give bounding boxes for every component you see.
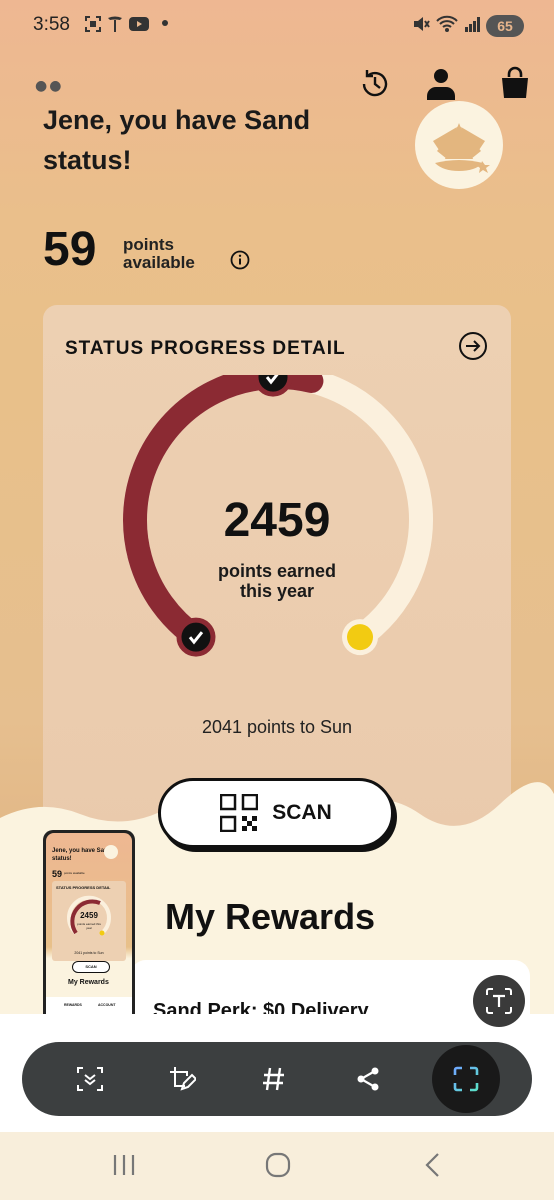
status-bar: 3:58 65 (0, 0, 554, 52)
notification-dot (162, 20, 168, 26)
greeting-heading: Jene, you have Sand status! (43, 105, 311, 175)
thumb-points-label: points available (64, 871, 85, 875)
youtube-icon (129, 17, 149, 31)
goal-dot-marker (342, 619, 379, 656)
shopping-bag-icon[interactable] (498, 66, 532, 100)
reward-item-card[interactable]: Sand Perk: $0 Delivery (130, 960, 530, 1020)
card-title: STATUS PROGRESS DETAIL (65, 338, 346, 359)
thumb-badge (104, 845, 118, 859)
earned-label-line2: this year (239, 581, 315, 601)
qr-code-icon (220, 794, 259, 832)
thumb-to-next: 2041 points to Sun (74, 951, 104, 955)
screenshot-icon (85, 16, 101, 32)
text-extract-icon (486, 988, 512, 1014)
thumb-card: STATUS PROGRESS DETAIL 2459 points earne… (52, 881, 126, 961)
smart-select-icon (453, 1066, 479, 1092)
thumb-earned-label: points earned this year (77, 922, 101, 930)
thumb-tab-rewards: REWARDS (64, 1003, 82, 1007)
tag-button[interactable] (256, 1061, 292, 1097)
earned-label-line1: points earned (217, 561, 337, 581)
points-label-line2: available (123, 253, 195, 272)
wifi-icon (436, 15, 458, 32)
thumb-earned: 2459 (80, 911, 98, 920)
page-indicator-dots: ●● (35, 78, 64, 94)
thumb-scan: SCAN (72, 961, 110, 973)
share-icon (357, 1067, 379, 1091)
person-icon[interactable] (424, 66, 458, 100)
status-time: 3:58 (33, 14, 70, 35)
history-clock-icon[interactable] (358, 67, 392, 101)
thumb-card-title: STATUS PROGRESS DETAIL (56, 885, 111, 890)
mute-icon (414, 17, 430, 31)
signal-icon (465, 17, 480, 32)
screenshot-toolbar (22, 1042, 532, 1116)
smart-select-button[interactable] (432, 1045, 500, 1113)
points-label-line1: points (123, 235, 174, 254)
scroll-capture-icon (77, 1067, 103, 1091)
start-check-marker (176, 617, 216, 657)
sand-status-badge (415, 101, 503, 189)
system-nav-bar (0, 1132, 554, 1200)
thumb-rewards-title: My Rewards (68, 979, 109, 986)
points-available-value: 59 (43, 223, 97, 276)
hashtag-icon (263, 1067, 284, 1091)
back-icon[interactable] (423, 1152, 443, 1178)
scan-button[interactable]: SCAN (158, 778, 394, 848)
thumb-greeting: Jene, you have Sand status! (52, 848, 112, 862)
battery-level: 65 (497, 18, 513, 34)
info-icon[interactable] (230, 250, 250, 270)
scan-label: SCAN (272, 801, 332, 824)
battery-indicator: 65 (486, 15, 524, 37)
recent-apps-icon[interactable] (112, 1152, 136, 1178)
screenshot-thumbnail[interactable]: Jene, you have Sand status! 59 points av… (43, 830, 135, 1026)
thumb-points: 59 (52, 869, 63, 879)
rewards-title: My Rewards (165, 896, 376, 937)
thumb-tab-account: ACCOUNT (98, 1003, 116, 1007)
current-check-marker (253, 375, 293, 397)
seashell-icon (433, 123, 490, 173)
points-earned-label: points earned this year (43, 561, 511, 601)
scroll-capture-button[interactable] (72, 1061, 108, 1097)
home-icon[interactable] (265, 1152, 291, 1178)
tesla-icon (108, 16, 122, 32)
points-earned-value: 2459 (223, 494, 331, 547)
extract-text-button[interactable] (473, 975, 525, 1027)
share-button[interactable] (350, 1061, 386, 1097)
thumb-scan-label: SCAN (85, 964, 97, 969)
edit-screenshot-button[interactable] (164, 1061, 200, 1097)
crop-edit-icon (170, 1067, 196, 1091)
points-available-label: points available (123, 236, 195, 272)
circle-arrow-right-icon[interactable] (458, 331, 488, 361)
points-to-next-tier: 2041 points to Sun (201, 717, 353, 737)
thumbnail-screen: Jene, you have Sand status! 59 points av… (46, 833, 132, 1023)
